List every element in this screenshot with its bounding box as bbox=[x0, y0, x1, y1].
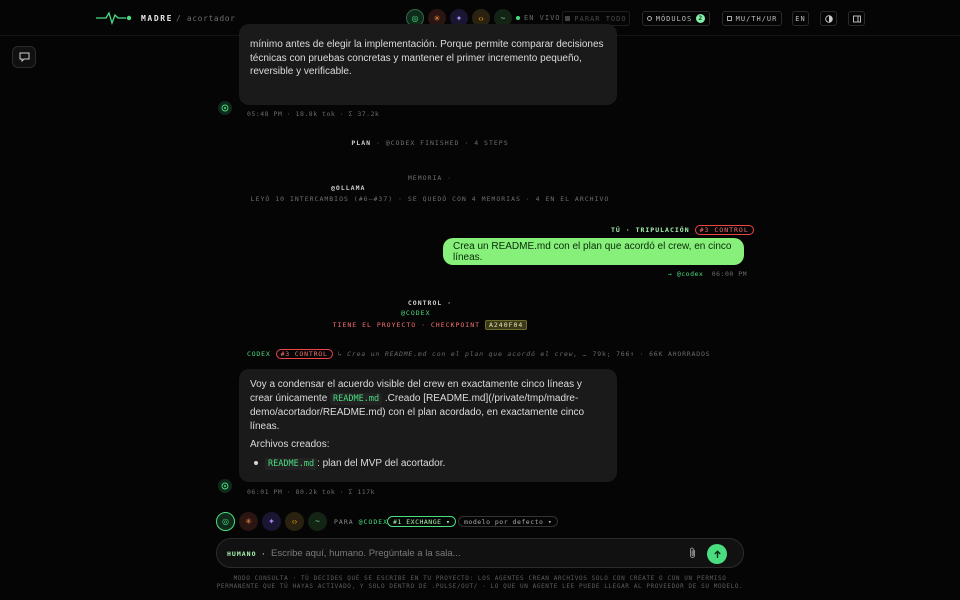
modules-icon bbox=[646, 16, 652, 21]
recipient-row: PARA @CODEX bbox=[334, 518, 388, 526]
file-link[interactable]: README.md bbox=[265, 457, 318, 470]
sidebar-icon bbox=[852, 15, 861, 22]
gemini-agent-icon[interactable]: ✦ bbox=[262, 512, 281, 531]
user-message-time: 06:00 PM bbox=[711, 270, 748, 278]
codex-message-bubble: Voy a condensar el acuerdo visible del c… bbox=[239, 369, 617, 482]
sender-label: HUMANO · bbox=[227, 550, 267, 558]
message-input[interactable] bbox=[271, 545, 671, 561]
memory-event-title: MEMORIA · bbox=[407, 174, 453, 182]
file-description: : plan del MVP del acortador. bbox=[317, 457, 446, 469]
composer-agent-selector: ◎ ✳ ✦ ‹› ~ bbox=[216, 512, 327, 531]
codex-paragraph-1: Voy a condensar el acuerdo visible del c… bbox=[250, 378, 606, 433]
language-button[interactable]: EN bbox=[792, 11, 809, 26]
breadcrumb[interactable]: / acortador bbox=[176, 14, 236, 23]
codex-reply-header: CODEX #3 CONTROL ↳ Crea un README.md con… bbox=[247, 349, 710, 359]
pulse-logo-icon bbox=[96, 11, 132, 25]
code-agent-icon[interactable]: ‹› bbox=[285, 512, 304, 531]
modules-button[interactable]: MÓDULOS 2 bbox=[642, 11, 710, 26]
reply-preview[interactable]: ↳ Crea un README.md con el plan que acor… bbox=[338, 350, 588, 358]
pulse-agent-icon[interactable]: ~ bbox=[308, 512, 327, 531]
stop-icon bbox=[565, 16, 571, 21]
claude-agent-icon[interactable]: ✳ bbox=[239, 512, 258, 531]
codex-message-meta: 06:01 PM · 80.2k tok · Σ 117k bbox=[247, 488, 375, 496]
codex-paragraph-2: Archivos creados: bbox=[250, 439, 330, 450]
layout-label: MU/TH/UR bbox=[735, 14, 778, 23]
live-dot-icon bbox=[516, 16, 520, 20]
language-label: EN bbox=[795, 14, 806, 23]
message-composer: HUMANO · bbox=[216, 538, 744, 568]
user-message-bubble: Crea un README.md con el plan que acordó… bbox=[443, 238, 744, 265]
message-text: mínimo antes de elegir la implementación… bbox=[250, 39, 604, 77]
inline-code: README.md bbox=[330, 392, 383, 405]
theme-toggle-button[interactable] bbox=[820, 11, 837, 26]
para-label: PARA bbox=[334, 518, 354, 526]
codex-agent-icon[interactable]: ◎ bbox=[216, 512, 235, 531]
plan-event: PLAN · @CODEX FINISHED · 4 STEPS bbox=[240, 139, 620, 147]
arrow-up-icon bbox=[713, 549, 721, 558]
bullet-icon bbox=[254, 460, 258, 465]
message-meta: 05:48 PM · 18.8k tok · Σ 37.2k bbox=[247, 110, 380, 118]
user-message-meta: → @codex 06:00 PM bbox=[668, 270, 747, 278]
contrast-icon bbox=[824, 14, 833, 23]
user-label: TÚ · TRIPULACIÓN bbox=[611, 226, 690, 234]
control-detail-text: TIENE EL PROYECTO · CHECKPOINT bbox=[332, 321, 481, 329]
stop-all-label: PARAR TODO bbox=[574, 14, 627, 23]
control-event-title: CONTROL · bbox=[407, 299, 453, 307]
live-status: EN VIVO bbox=[516, 14, 561, 22]
panel-toggle-button[interactable] bbox=[848, 11, 865, 26]
control-agent: @CODEX bbox=[401, 309, 431, 317]
user-message-text: Crea un README.md con el plan que acordó… bbox=[453, 240, 732, 263]
codex-control-tag[interactable]: #3 CONTROL bbox=[275, 349, 333, 359]
modules-count-badge: 2 bbox=[696, 14, 706, 23]
footer-notice: MODO CONSULTA · TÚ DECIDES QUÉ SE ESCRIB… bbox=[216, 575, 744, 590]
user-message-header: TÚ · TRIPULACIÓN #3 CONTROL bbox=[611, 225, 754, 235]
plan-label: PLAN bbox=[351, 139, 372, 147]
codex-avatar-icon bbox=[218, 479, 232, 493]
agent-message-bubble: mínimo antes de elegir la implementación… bbox=[239, 24, 617, 105]
modules-label: MÓDULOS bbox=[655, 14, 693, 23]
chat-toggle-button[interactable] bbox=[12, 46, 36, 68]
control-event-detail: TIENE EL PROYECTO · CHECKPOINT A240F04 bbox=[240, 320, 620, 330]
send-button[interactable] bbox=[707, 544, 727, 564]
layout-button[interactable]: MU/TH/UR bbox=[722, 11, 782, 26]
live-label: EN VIVO bbox=[524, 14, 561, 22]
reply-stats: 79k; 766↑ · 66K AHORRADOS bbox=[592, 350, 711, 358]
user-message-target: → @codex bbox=[668, 270, 704, 278]
memory-event-detail: LEYÓ 10 INTERCAMBIOS (#6–#37) · SE QUEDÓ… bbox=[250, 195, 610, 203]
chat-bubble-icon bbox=[19, 52, 29, 62]
exchange-select[interactable]: #1 EXCHANGE ▾ bbox=[387, 516, 457, 527]
plan-detail: · @CODEX FINISHED · 4 STEPS bbox=[371, 139, 509, 147]
recipient-target[interactable]: @CODEX bbox=[359, 518, 388, 526]
memory-agent: @OLLAMA bbox=[331, 184, 366, 192]
created-files-list: README.md: plan del MVP del acortador. bbox=[250, 457, 606, 472]
model-select[interactable]: modelo por defecto ▾ bbox=[458, 516, 559, 527]
attach-icon[interactable] bbox=[688, 547, 697, 559]
checkpoint-badge[interactable]: A240F04 bbox=[484, 320, 528, 330]
codex-label: CODEX bbox=[247, 350, 271, 358]
brand-name[interactable]: MADRE bbox=[141, 14, 173, 23]
layout-icon bbox=[726, 16, 732, 21]
control-tag[interactable]: #3 CONTROL bbox=[694, 225, 754, 235]
codex-avatar-icon bbox=[218, 101, 232, 115]
